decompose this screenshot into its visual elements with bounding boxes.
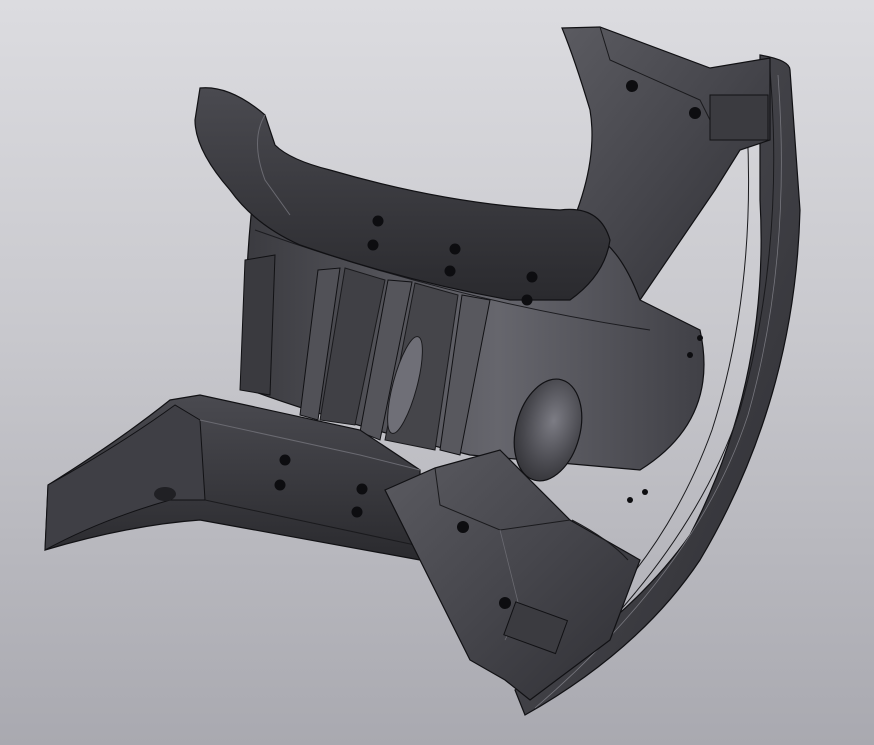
cad-model-render [44, 26, 801, 716]
cad-viewport[interactable] [0, 0, 874, 745]
mount-hole-1 [626, 80, 638, 92]
mount-hole-2 [689, 107, 701, 119]
